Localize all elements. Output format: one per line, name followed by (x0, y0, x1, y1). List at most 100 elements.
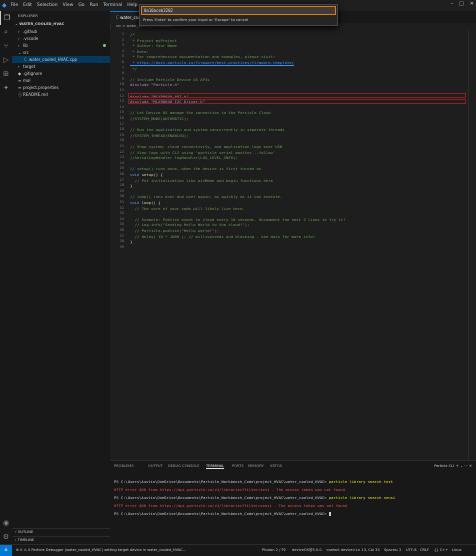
code-line[interactable]: // setup() runs once, when the device is… (130, 166, 261, 171)
code-line[interactable]: void loop() { (130, 200, 160, 205)
menu-item-edit[interactable]: Edit (23, 3, 32, 8)
code-line[interactable]: // Show system, cloud connectivity, and … (130, 144, 282, 149)
code-line[interactable]: // loop() runs over and over again, as q… (130, 194, 282, 199)
tree-item-lib[interactable]: › lib (12, 42, 110, 49)
remote-indicator[interactable]: ⚙ (0, 545, 12, 556)
panel-tab-output[interactable]: OUTPUT (148, 464, 163, 468)
code-line[interactable]: // Let Device OS manage the connection t… (130, 110, 271, 115)
source-control-icon[interactable]: ⑂ (0, 39, 12, 53)
code-line[interactable]: // Example: Publish event to cloud every… (130, 217, 346, 222)
line-number: 29 (119, 188, 124, 193)
code-line[interactable]: * Project myProject (130, 38, 177, 43)
status-eol[interactable]: CRLF (420, 545, 429, 556)
tree-item-mol[interactable]: ≡ mol (12, 77, 110, 84)
tree-item-label: .github (23, 29, 38, 34)
code-line[interactable]: * For comprehensive documentation and ex… (130, 54, 275, 59)
tree-item--vscode[interactable]: › .vscode (12, 35, 110, 42)
panel-tab-debug-console[interactable]: DEBUG CONSOLE (168, 464, 199, 468)
code-line[interactable]: // delay( 10 * 1000 ); // milliseconds a… (130, 234, 315, 239)
keyword: void (130, 200, 142, 205)
line-number: 32 (119, 205, 124, 210)
particle-icon[interactable]: ✦ (0, 81, 12, 95)
maximize-icon[interactable]: □ (459, 1, 464, 7)
panel-tab-problems[interactable]: PROBLEMS (114, 464, 134, 468)
code-line[interactable]: // Include Particle Device OS APIs (130, 77, 210, 82)
code-line[interactable]: //SYSTEM_THREAD(ENABLED); (130, 133, 189, 138)
menu-item-go[interactable]: Go (78, 3, 84, 8)
quick-input-field[interactable]: 0a10aceb3202 (141, 6, 336, 15)
terminal-selector[interactable]: Particle CLI ＋ ⌄ ⋯ ✕ (434, 464, 472, 469)
panel-tab-terminal[interactable]: TERMINAL (206, 464, 225, 469)
line-number: 19 (119, 132, 124, 137)
tree-item-label: target (23, 64, 36, 69)
run-debug-icon[interactable]: ▷ (0, 53, 12, 67)
activity-bar: ❐ ⌕ ⑂ ▷ ⊞ ✦ ◉ ⚙ (0, 11, 12, 544)
menu-item-terminal[interactable]: Terminal (103, 3, 122, 8)
status-cursor-position[interactable]: Ln 13, Col 33 (356, 545, 380, 556)
status-deviceos[interactable]: deviceOS@5.0.0 (292, 545, 322, 556)
panel-tab-ports[interactable]: PORTS (232, 464, 244, 468)
code-line[interactable]: * Author: Your Name (130, 43, 177, 48)
code-line[interactable]: * Date: (130, 49, 148, 54)
extensions-icon[interactable]: ⊞ (0, 67, 12, 81)
close-icon[interactable]: ✕ (470, 1, 474, 7)
code-line[interactable]: /* (130, 32, 135, 37)
code-line[interactable]: // The core of your code will likely liv… (130, 206, 245, 211)
code-line[interactable]: } (130, 183, 132, 188)
line-number: 10 (119, 82, 124, 87)
code-line[interactable]: */ (130, 66, 137, 71)
line-number: 8 (121, 71, 124, 76)
menu-item-help[interactable]: Help (127, 3, 137, 8)
terminal-line: PS C:\Users\Austin\OneDrive\Documents\Pa… (114, 495, 395, 500)
panel-tab-memory[interactable]: MEMORY (248, 464, 264, 468)
explorer-header: EXPLORER (18, 13, 38, 18)
line-number: 12 (119, 93, 124, 98)
search-icon[interactable]: ⌕ (0, 25, 12, 39)
menu-item-file[interactable]: File (11, 3, 19, 8)
status-platform[interactable]: Linux (452, 545, 462, 556)
gear-icon[interactable]: ⚙ (0, 530, 12, 544)
tree-item--gitignore[interactable]: ◆ .gitignore (12, 70, 110, 77)
modified-dot-icon (103, 44, 106, 47)
outline-section[interactable]: › OUTLINE (12, 528, 110, 536)
tree-item--github[interactable]: › .github (12, 28, 110, 35)
menu-item-selection[interactable]: Selection (37, 3, 58, 8)
code-line[interactable]: // Put initialization like pinMode and b… (130, 178, 273, 183)
code-line[interactable]: // View logs with CLI using 'particle se… (130, 150, 275, 155)
status-indentation[interactable]: Spaces: 2 (384, 545, 401, 556)
code-line[interactable]: // Log.info("Sending Hello World to the … (130, 222, 250, 227)
code-line[interactable]: void setup() { (130, 172, 163, 177)
workspace-root[interactable]: ⌄ WATER_COOLED_HVAC (12, 21, 110, 28)
status-language[interactable]: {} C++ (434, 545, 448, 556)
line-number: 18 (119, 127, 124, 132)
code-line[interactable]: // Run the application and system concur… (130, 127, 285, 132)
code-line[interactable]: #include "Particle.h" (130, 82, 179, 87)
tree-item-src[interactable]: ⌄ src (12, 49, 110, 56)
timeline-section[interactable]: › TIMELINE (12, 536, 110, 544)
account-icon[interactable]: ◉ (0, 516, 12, 530)
tree-item-water-cooled-hvac-cpp[interactable]: Cwater_cooled_HVAC.cpp (12, 56, 110, 63)
line-number: 21 (119, 144, 124, 148)
code-line[interactable]: } (130, 239, 132, 244)
menu-item-run[interactable]: Run (90, 3, 99, 8)
status-select-device[interactable]: <select device> (326, 545, 356, 556)
code-line[interactable]: // Particle.publish("Hello world!"); (130, 228, 219, 233)
tree-item-project-properties[interactable]: ≡ project.properties (12, 84, 110, 91)
code-editor[interactable]: 1 /* 2 * Project myProject 3 * Author: Your… (110, 30, 476, 460)
editor-scrollbar[interactable] (468, 30, 476, 460)
code-line[interactable]: //SYSTEM_MODE(AUTOMATIC); (130, 116, 189, 121)
code-line[interactable]: * https://docs.particle.io/firmware/best… (130, 60, 294, 65)
status-left[interactable]: ⊗ 0 ⚠ 0 Particle Debugger (water_cooled_… (16, 545, 186, 556)
tree-item-readme-md[interactable]: ⓘREADME.md (12, 91, 110, 98)
terminal-line: PS C:\Users\Austin\OneDrive\Documents\Pa… (114, 479, 393, 484)
tree-item-label: src (23, 50, 29, 55)
menu-item-view[interactable]: View (63, 3, 74, 8)
panel-tab-xrtos[interactable]: XRTOS (270, 464, 282, 468)
minimize-icon[interactable]: – (451, 1, 454, 7)
terminal-command: particle library search test (328, 479, 393, 484)
tree-item-target[interactable]: › target (12, 63, 110, 70)
terminal-prompt: PS C:\Users\Austin\OneDrive\Documents\Pa… (114, 479, 329, 484)
status-encoding[interactable]: UTF-8 (406, 545, 416, 556)
status-device-platform[interactable]: Photon 2 / P2 (262, 545, 286, 556)
code-line[interactable]: //SerialLogHandler logHandler(LOG_LEVEL_… (130, 155, 238, 160)
